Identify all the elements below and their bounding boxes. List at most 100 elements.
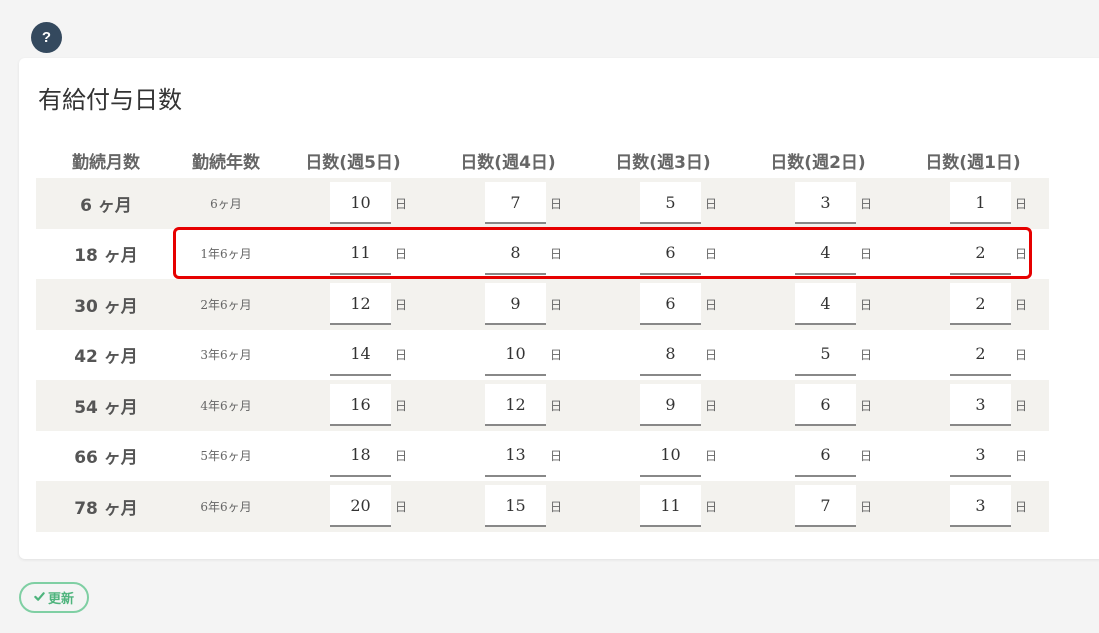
table-row: 66 ヶ月 5年6ヶ月 日 日 日 日 日 (36, 431, 1049, 482)
days-input-week5[interactable] (330, 434, 391, 477)
unit-label: 日 (1015, 449, 1028, 464)
unit-label: 日 (550, 499, 563, 514)
unit-label: 日 (395, 247, 408, 262)
unit-label: 日 (395, 398, 408, 413)
table-row: 42 ヶ月 3年6ヶ月 日 日 日 日 日 (36, 330, 1049, 381)
table-row: 30 ヶ月 2年6ヶ月 日 日 日 日 日 (36, 279, 1049, 330)
unit-label: 日 (860, 499, 873, 514)
days-input-week5[interactable] (330, 333, 391, 376)
unit-label: 日 (395, 297, 408, 312)
days-input-week3[interactable] (640, 485, 701, 527)
days-input-week3[interactable] (640, 333, 701, 376)
update-label: 更新 (47, 591, 74, 606)
cell-years: 5年6ヶ月 (200, 449, 252, 464)
unit-label: 日 (1015, 499, 1028, 514)
days-input-week4[interactable] (485, 434, 546, 477)
unit-label: 日 (860, 297, 873, 312)
table-row: 78 ヶ月 6年6ヶ月 日 日 日 日 日 (36, 481, 1049, 532)
cell-months: 42 ヶ月 (74, 347, 138, 368)
unit-label: 日 (1015, 196, 1028, 211)
cell-years: 1年6ヶ月 (200, 247, 252, 262)
update-button[interactable]: 更新 (19, 582, 89, 613)
unit-label: 日 (705, 449, 718, 464)
days-input-week2[interactable] (795, 434, 856, 477)
table-row: 18 ヶ月 1年6ヶ月 日 日 日 日 日 (36, 229, 1049, 280)
days-input-week5[interactable] (330, 182, 391, 224)
days-input-week2[interactable] (795, 182, 856, 224)
days-input-week4[interactable] (485, 485, 546, 527)
header-week2: 日数(週2日) (770, 153, 866, 173)
days-input-week2[interactable] (795, 232, 856, 275)
unit-label: 日 (395, 449, 408, 464)
help-icon[interactable]: ? (31, 22, 62, 53)
days-input-week3[interactable] (640, 182, 701, 224)
unit-label: 日 (705, 196, 718, 211)
days-input-week1[interactable] (950, 384, 1011, 426)
unit-label: 日 (860, 196, 873, 211)
days-input-week4[interactable] (485, 182, 546, 224)
days-input-week4[interactable] (485, 333, 546, 376)
cell-years: 6年6ヶ月 (200, 499, 252, 514)
unit-label: 日 (550, 196, 563, 211)
unit-label: 日 (860, 348, 873, 363)
unit-label: 日 (705, 398, 718, 413)
days-input-week1[interactable] (950, 333, 1011, 376)
unit-label: 日 (705, 348, 718, 363)
days-input-week1[interactable] (950, 434, 1011, 477)
days-input-week3[interactable] (640, 434, 701, 477)
unit-label: 日 (705, 297, 718, 312)
unit-label: 日 (1015, 348, 1028, 363)
unit-label: 日 (1015, 398, 1028, 413)
table-row: 6 ヶ月 6ヶ月 日 日 日 日 日 (36, 178, 1049, 229)
days-input-week4[interactable] (485, 283, 546, 325)
unit-label: 日 (550, 297, 563, 312)
header-week3: 日数(週3日) (615, 153, 711, 173)
cell-months: 18 ヶ月 (74, 246, 138, 267)
unit-label: 日 (395, 196, 408, 211)
paid-leave-table: 勤続月数 勤続年数 日数(週5日) 日数(週4日) 日数(週3日) 日数(週2日… (36, 142, 1049, 532)
days-input-week5[interactable] (330, 232, 391, 275)
cell-months: 30 ヶ月 (74, 296, 138, 317)
days-input-week5[interactable] (330, 384, 391, 426)
unit-label: 日 (860, 398, 873, 413)
days-input-week4[interactable] (485, 384, 546, 426)
cell-years: 4年6ヶ月 (200, 398, 252, 413)
days-input-week2[interactable] (795, 333, 856, 376)
days-input-week2[interactable] (795, 485, 856, 527)
check-icon (34, 590, 45, 605)
unit-label: 日 (860, 247, 873, 262)
header-week4: 日数(週4日) (460, 153, 556, 173)
cell-years: 2年6ヶ月 (200, 297, 252, 312)
paid-leave-card: 有給付与日数 勤続月数 勤続年数 日数(週5日) 日数(週4日) 日数(週3日)… (19, 58, 1099, 559)
unit-label: 日 (1015, 247, 1028, 262)
days-input-week1[interactable] (950, 283, 1011, 325)
days-input-week1[interactable] (950, 182, 1011, 224)
unit-label: 日 (550, 348, 563, 363)
days-input-week5[interactable] (330, 485, 391, 527)
unit-label: 日 (705, 499, 718, 514)
unit-label: 日 (550, 398, 563, 413)
days-input-week5[interactable] (330, 283, 391, 325)
days-input-week2[interactable] (795, 283, 856, 325)
table-row: 54 ヶ月 4年6ヶ月 日 日 日 日 日 (36, 380, 1049, 431)
table-body: 6 ヶ月6ヶ月日日日日日18 ヶ月1年6ヶ月日日日日日30 ヶ月2年6ヶ月日日日… (36, 178, 1049, 532)
table-header: 勤続月数 勤続年数 日数(週5日) 日数(週4日) 日数(週3日) 日数(週2日… (36, 142, 1049, 178)
unit-label: 日 (705, 247, 718, 262)
days-input-week2[interactable] (795, 384, 856, 426)
days-input-week3[interactable] (640, 283, 701, 325)
days-input-week4[interactable] (485, 232, 546, 275)
cell-months: 66 ヶ月 (74, 448, 138, 469)
unit-label: 日 (395, 348, 408, 363)
days-input-week1[interactable] (950, 232, 1011, 275)
header-week1: 日数(週1日) (925, 153, 1021, 173)
cell-months: 78 ヶ月 (74, 498, 138, 519)
days-input-week3[interactable] (640, 384, 701, 426)
unit-label: 日 (550, 449, 563, 464)
cell-years: 6ヶ月 (210, 196, 242, 211)
cell-months: 54 ヶ月 (74, 397, 138, 418)
days-input-week1[interactable] (950, 485, 1011, 527)
header-years: 勤続年数 (192, 153, 260, 173)
unit-label: 日 (860, 449, 873, 464)
days-input-week3[interactable] (640, 232, 701, 275)
card-title: 有給付与日数 (38, 86, 182, 114)
